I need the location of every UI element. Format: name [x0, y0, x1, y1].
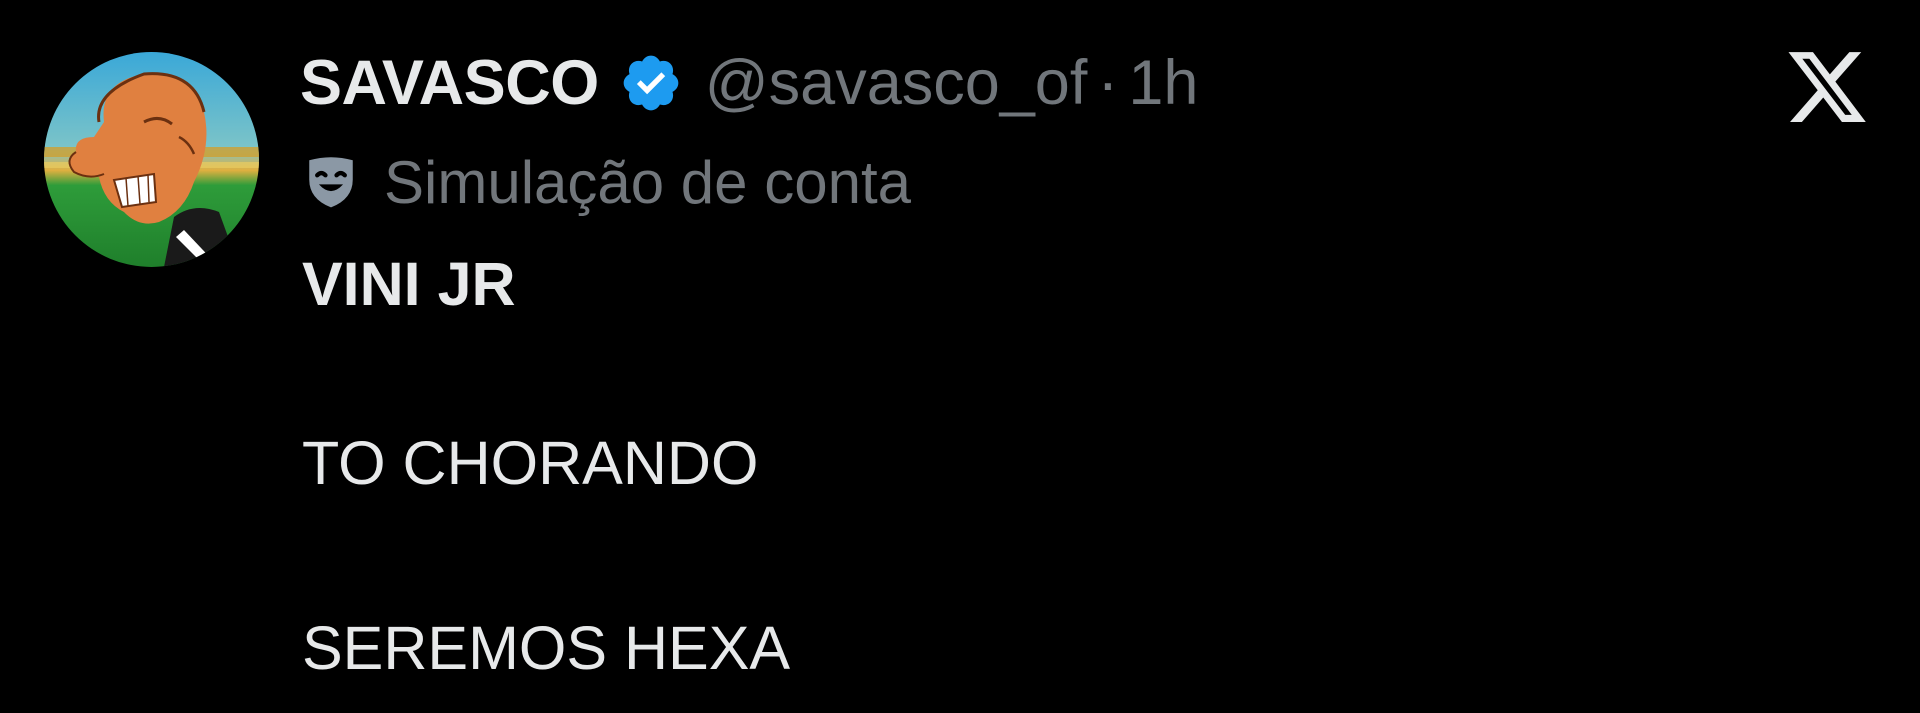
avatar[interactable]: [44, 52, 259, 267]
theater-mask-icon: [309, 157, 353, 208]
tweet-line-3: SEREMOS HEXA: [302, 614, 791, 682]
tweet-line-1: VINI JR: [302, 250, 516, 318]
tweet-line-2: TO CHORANDO: [302, 429, 759, 497]
avatar-image: [44, 52, 259, 267]
parody-account-label: Simulação de conta: [302, 142, 911, 222]
tweet-card: SAVASCO @savasco_of · 1h Simulação de co…: [0, 0, 1920, 713]
tweet-header: SAVASCO @savasco_of · 1h: [300, 38, 1198, 128]
separator-dot: ·: [1097, 48, 1119, 118]
timestamp[interactable]: 1h: [1128, 47, 1198, 119]
user-handle[interactable]: @savasco_of: [705, 47, 1088, 119]
parody-label-text: Simulação de conta: [384, 148, 911, 216]
verified-badge-icon: [623, 55, 679, 111]
display-name[interactable]: SAVASCO: [300, 47, 599, 119]
x-logo-icon[interactable]: [1784, 44, 1870, 130]
